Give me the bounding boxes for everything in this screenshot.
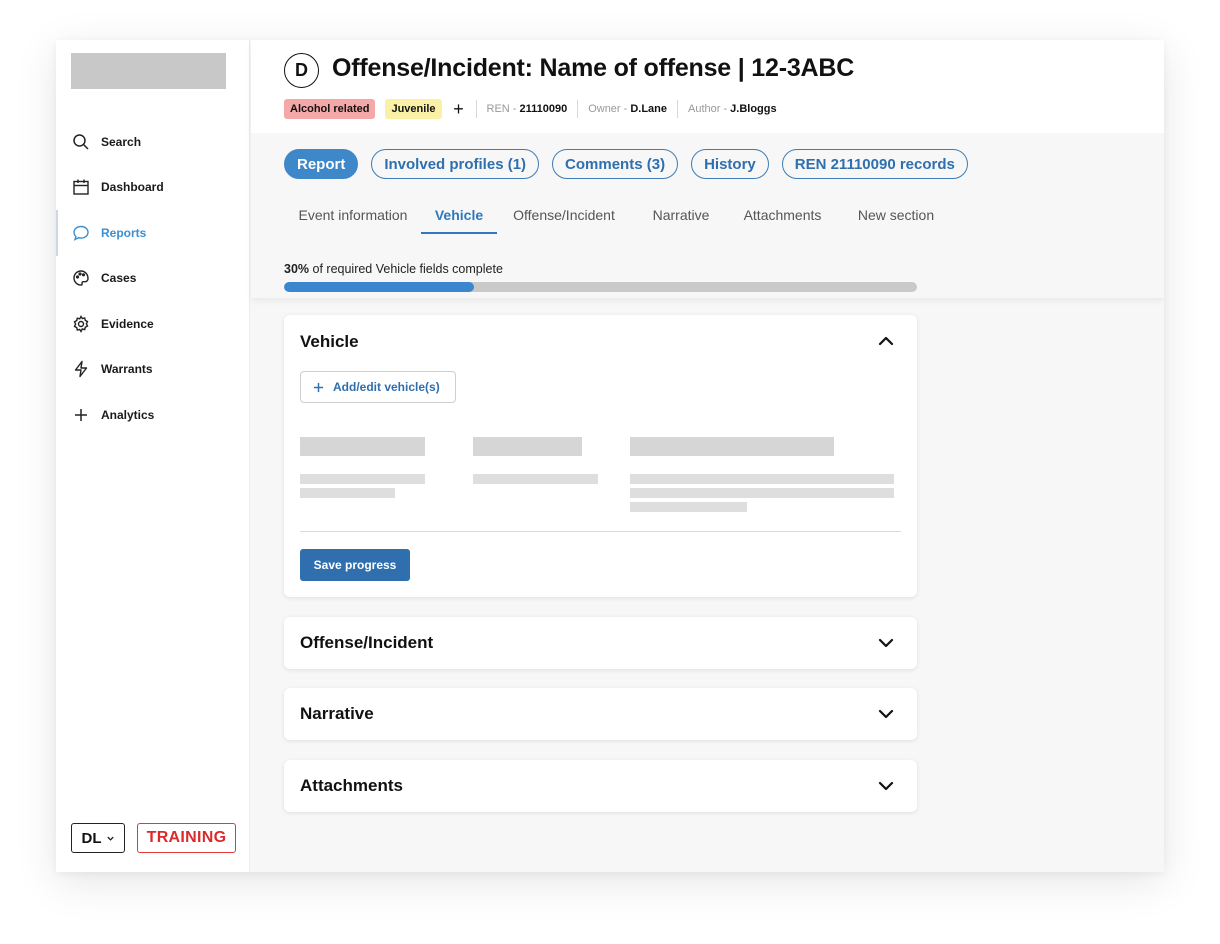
training-badge: TRAINING <box>137 823 236 853</box>
add-tag-button[interactable]: + <box>452 99 466 119</box>
tab-vehicle[interactable]: Vehicle <box>421 200 497 234</box>
tab-offense-incident[interactable]: Offense/Incident <box>510 200 618 234</box>
sidebar-item-reports[interactable]: Reports <box>56 210 250 256</box>
plus-icon <box>72 406 90 424</box>
narrative-section[interactable]: Narrative <box>284 688 917 740</box>
calendar-icon <box>72 178 90 196</box>
ren-label: REN - <box>486 103 517 115</box>
divider <box>677 100 678 118</box>
progress-label: 30% of required Vehicle fields complete <box>284 262 503 276</box>
skeleton-placeholder <box>630 488 894 498</box>
author-value: J.Bloggs <box>730 103 777 115</box>
skeleton-placeholder <box>473 474 598 484</box>
page-title: Offense/Incident: Name of offense | 12-3… <box>332 54 855 82</box>
sidebar-nav: Search Dashboard Reports Cases Evidence … <box>56 119 250 438</box>
skeleton-placeholder <box>300 474 425 484</box>
owner-value: D.Lane <box>630 103 667 115</box>
pill-report[interactable]: Report <box>284 149 359 179</box>
lightning-icon <box>72 360 90 378</box>
sidebar-item-label: Warrants <box>101 362 153 377</box>
vehicle-section: Vehicle Add/edit vehicle(s) Save progres… <box>284 315 917 597</box>
chat-bubble-icon <box>72 224 90 242</box>
app-window: Search Dashboard Reports Cases Evidence … <box>56 40 1164 872</box>
user-menu-select[interactable]: DL <box>71 823 125 853</box>
skeleton-placeholder <box>300 437 425 456</box>
add-edit-vehicle-label: Add/edit vehicle(s) <box>333 380 440 394</box>
ren-value: 21110090 <box>519 103 568 115</box>
divider <box>300 531 901 532</box>
sidebar-item-label: Dashboard <box>101 180 164 195</box>
tab-narrative[interactable]: Narrative <box>649 200 713 234</box>
divider <box>577 100 579 118</box>
add-edit-vehicle-button[interactable]: Add/edit vehicle(s) <box>300 371 456 403</box>
sidebar-item-dashboard[interactable]: Dashboard <box>56 165 250 211</box>
progress-suffix: of required Vehicle fields complete <box>309 262 503 276</box>
sidebar-item-analytics[interactable]: Analytics <box>56 392 250 438</box>
pill-ren-records[interactable]: REN 21110090 records <box>781 149 968 179</box>
search-icon <box>72 133 90 151</box>
section-title: Offense/Incident <box>300 633 434 652</box>
chevron-up-icon[interactable] <box>877 332 895 350</box>
tag-juvenile[interactable]: Juvenile <box>385 99 442 119</box>
view-pills: Report Involved profiles (1) Comments (3… <box>284 149 968 179</box>
user-initials: DL <box>81 829 102 847</box>
sidebar-item-label: Analytics <box>101 407 155 422</box>
sidebar-item-label: Evidence <box>101 316 154 331</box>
author-label: Author - <box>688 103 728 115</box>
skeleton-placeholder <box>300 488 395 498</box>
plus-icon <box>313 382 324 392</box>
chevron-down-icon[interactable] <box>877 777 895 795</box>
progress-fill <box>284 282 474 292</box>
sidebar-item-label: Cases <box>101 271 137 286</box>
tab-attachments[interactable]: Attachments <box>740 200 825 234</box>
chevron-down-icon[interactable] <box>877 634 895 652</box>
meta-row: Alcohol related Juvenile + REN - 2111009… <box>284 98 777 120</box>
pill-comments[interactable]: Comments (3) <box>552 149 679 179</box>
save-progress-button[interactable]: Save progress <box>300 549 410 581</box>
section-title: Attachments <box>300 776 403 795</box>
attachments-section[interactable]: Attachments <box>284 760 917 812</box>
owner-label: Owner - <box>588 103 628 115</box>
avatar: D <box>284 53 319 88</box>
section-title: Narrative <box>300 704 374 723</box>
section-title: Vehicle <box>300 332 359 351</box>
pill-involved-profiles[interactable]: Involved profiles (1) <box>371 149 540 179</box>
tab-event-information[interactable]: Event information <box>297 200 409 234</box>
offense-incident-section[interactable]: Offense/Incident <box>284 617 917 669</box>
sidebar-item-label: Search <box>101 134 142 149</box>
palette-icon <box>72 269 90 287</box>
pill-history[interactable]: History <box>691 149 769 179</box>
sidebar-item-warrants[interactable]: Warrants <box>56 347 250 393</box>
report-header: D Offense/Incident: Name of offense | 12… <box>251 40 1164 298</box>
tag-alcohol-related[interactable]: Alcohol related <box>284 99 376 119</box>
tab-new-section[interactable]: New section <box>854 200 938 234</box>
sidebar-item-cases[interactable]: Cases <box>56 256 250 302</box>
logo-placeholder <box>71 53 226 89</box>
chevron-down-icon <box>106 836 114 841</box>
skeleton-placeholder <box>630 502 747 512</box>
divider <box>475 100 477 118</box>
skeleton-placeholder <box>630 437 834 456</box>
gear-icon <box>72 314 90 333</box>
skeleton-placeholder <box>630 474 894 484</box>
progress-percent: 30% <box>284 262 310 276</box>
sidebar-item-label: Reports <box>101 225 147 240</box>
sidebar: Search Dashboard Reports Cases Evidence … <box>56 40 250 872</box>
chevron-down-icon[interactable] <box>877 705 895 723</box>
header-top: D Offense/Incident: Name of offense | 12… <box>251 40 1164 133</box>
sidebar-item-search[interactable]: Search <box>56 119 250 165</box>
skeleton-placeholder <box>473 437 582 456</box>
sidebar-item-evidence[interactable]: Evidence <box>56 301 250 347</box>
progress-bar <box>284 282 917 292</box>
